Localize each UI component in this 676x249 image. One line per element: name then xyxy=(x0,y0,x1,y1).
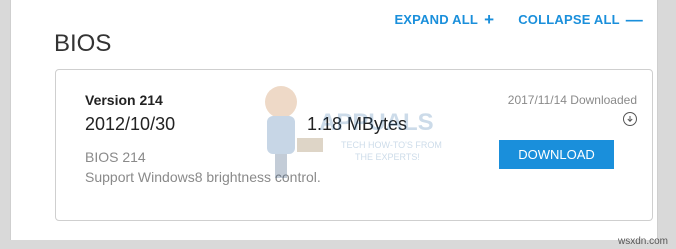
item-name: BIOS 214 xyxy=(85,149,146,165)
minus-icon: — xyxy=(625,10,643,29)
collapse-all-label: COLLAPSE ALL xyxy=(518,12,620,27)
expand-all-label: EXPAND ALL xyxy=(394,12,479,27)
top-actions: EXPAND ALL + COLLAPSE ALL — xyxy=(394,10,643,29)
section-title[interactable]: BIOS xyxy=(54,30,111,58)
release-date: 2012/10/30 xyxy=(85,114,176,134)
item-description: Support Windows8 brightness control. xyxy=(85,169,321,185)
page: EXPAND ALL + COLLAPSE ALL — BIOS Version… xyxy=(0,0,676,249)
plus-icon: + xyxy=(484,10,495,29)
expand-details-icon[interactable] xyxy=(623,112,637,126)
version-label: Version 214 xyxy=(85,92,163,108)
expand-all-button[interactable]: EXPAND ALL + xyxy=(394,10,495,29)
bios-panel: EXPAND ALL + COLLAPSE ALL — BIOS Version… xyxy=(10,0,658,240)
footer-credit: wsxdn.com xyxy=(617,236,668,247)
download-button[interactable]: DOWNLOAD xyxy=(499,140,614,169)
collapse-all-button[interactable]: COLLAPSE ALL — xyxy=(518,10,643,29)
file-size: 1.18 MBytes xyxy=(307,114,408,134)
bios-item-card: Version 214 2012/10/30 1.18 MBytes BIOS … xyxy=(55,69,653,221)
download-status: 2017/11/14 Downloaded xyxy=(507,93,637,107)
